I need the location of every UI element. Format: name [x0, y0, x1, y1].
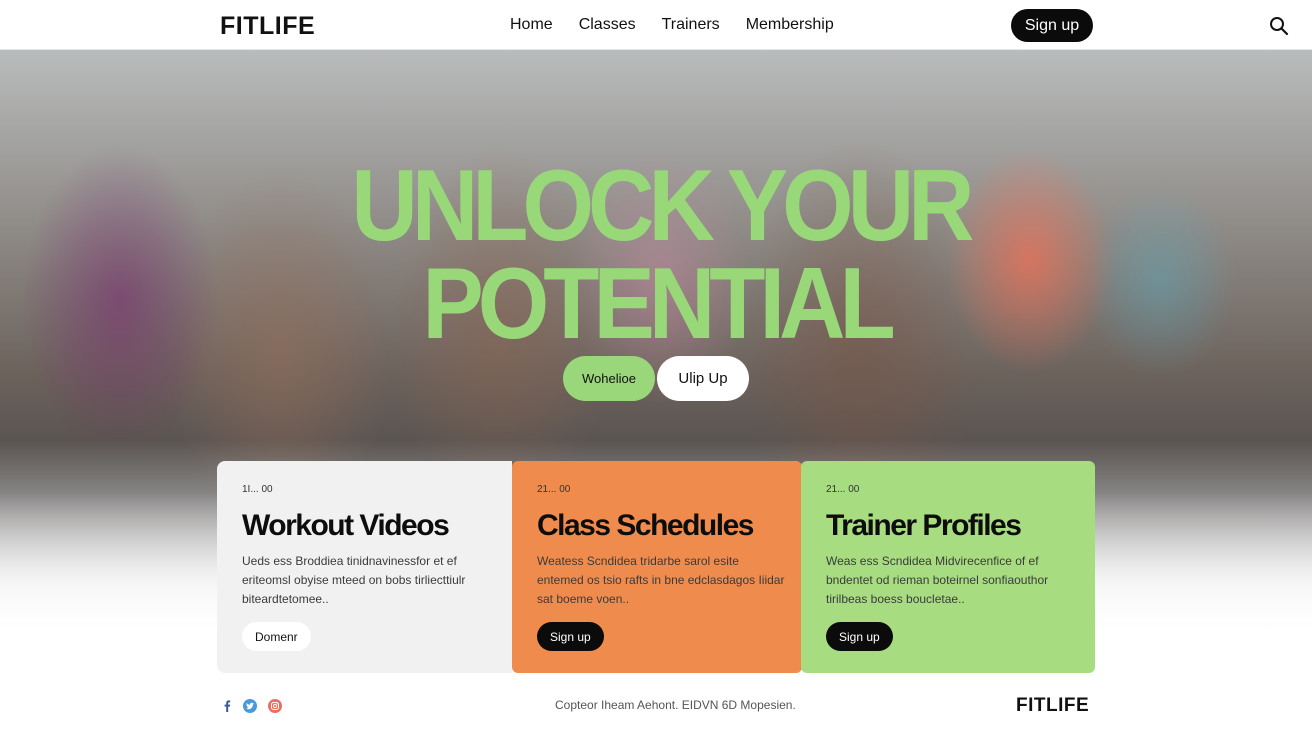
footer-logo[interactable]: FITLIFE [1016, 695, 1089, 717]
card-title: Workout Videos [242, 509, 450, 542]
card-trainer-profiles[interactable]: 21... 00 Trainer Profiles Weas ess Scndi… [801, 461, 1095, 673]
copyright-text: Copteor Iheam Aehont. EIDVN 6D Mopesien. [555, 698, 796, 712]
search-icon[interactable] [1269, 16, 1289, 36]
card-signup-button[interactable]: Sign up [537, 622, 604, 651]
card-workout-videos[interactable]: 1I... 00 Workout Videos Ueds ess Broddie… [217, 461, 512, 673]
hero-primary-button[interactable]: Wohelioe [563, 356, 655, 401]
facebook-icon[interactable] [220, 699, 234, 713]
instagram-icon[interactable] [268, 699, 282, 713]
hero-headline-line2: POTENTIAL [422, 247, 895, 361]
nav-item-membership[interactable]: Membership [746, 16, 834, 34]
hero-secondary-button[interactable]: Ulip Up [657, 356, 749, 401]
hero-headline-line1: UNLOCK YOUR [351, 149, 974, 263]
card-description: Ueds ess Broddiea tinidnavinessfor et ef… [242, 554, 466, 606]
card-title: Class Schedules [537, 509, 754, 542]
card-description: Weatess Scndidea tridarbe sarol esite en… [537, 554, 785, 606]
card-meta: 21... 00 [826, 484, 860, 495]
card-class-schedules[interactable]: 21... 00 Class Schedules Weatess Scndide… [512, 461, 802, 673]
site-header: FITLIFE Home Classes Trainers Membership… [0, 0, 1312, 50]
nav-item-trainers[interactable]: Trainers [662, 16, 720, 34]
site-footer: Copteor Iheam Aehont. EIDVN 6D Mopesien.… [0, 680, 1312, 736]
card-title: Trainer Profiles [826, 509, 1022, 542]
card-button[interactable]: Domenr [242, 622, 311, 651]
card-meta: 1I... 00 [242, 484, 273, 495]
card-signup-button[interactable]: Sign up [826, 622, 893, 651]
logo[interactable]: FITLIFE [220, 12, 315, 41]
twitter-icon[interactable] [243, 699, 257, 713]
card-description: Weas ess Scndidea Midvirecenfice of ef b… [826, 554, 1049, 606]
signup-button[interactable]: Sign up [1011, 9, 1093, 42]
nav-item-home[interactable]: Home [510, 16, 553, 34]
card-meta: 21... 00 [537, 484, 571, 495]
main-nav: Home Classes Trainers Membership [510, 16, 834, 34]
nav-item-classes[interactable]: Classes [579, 16, 636, 34]
